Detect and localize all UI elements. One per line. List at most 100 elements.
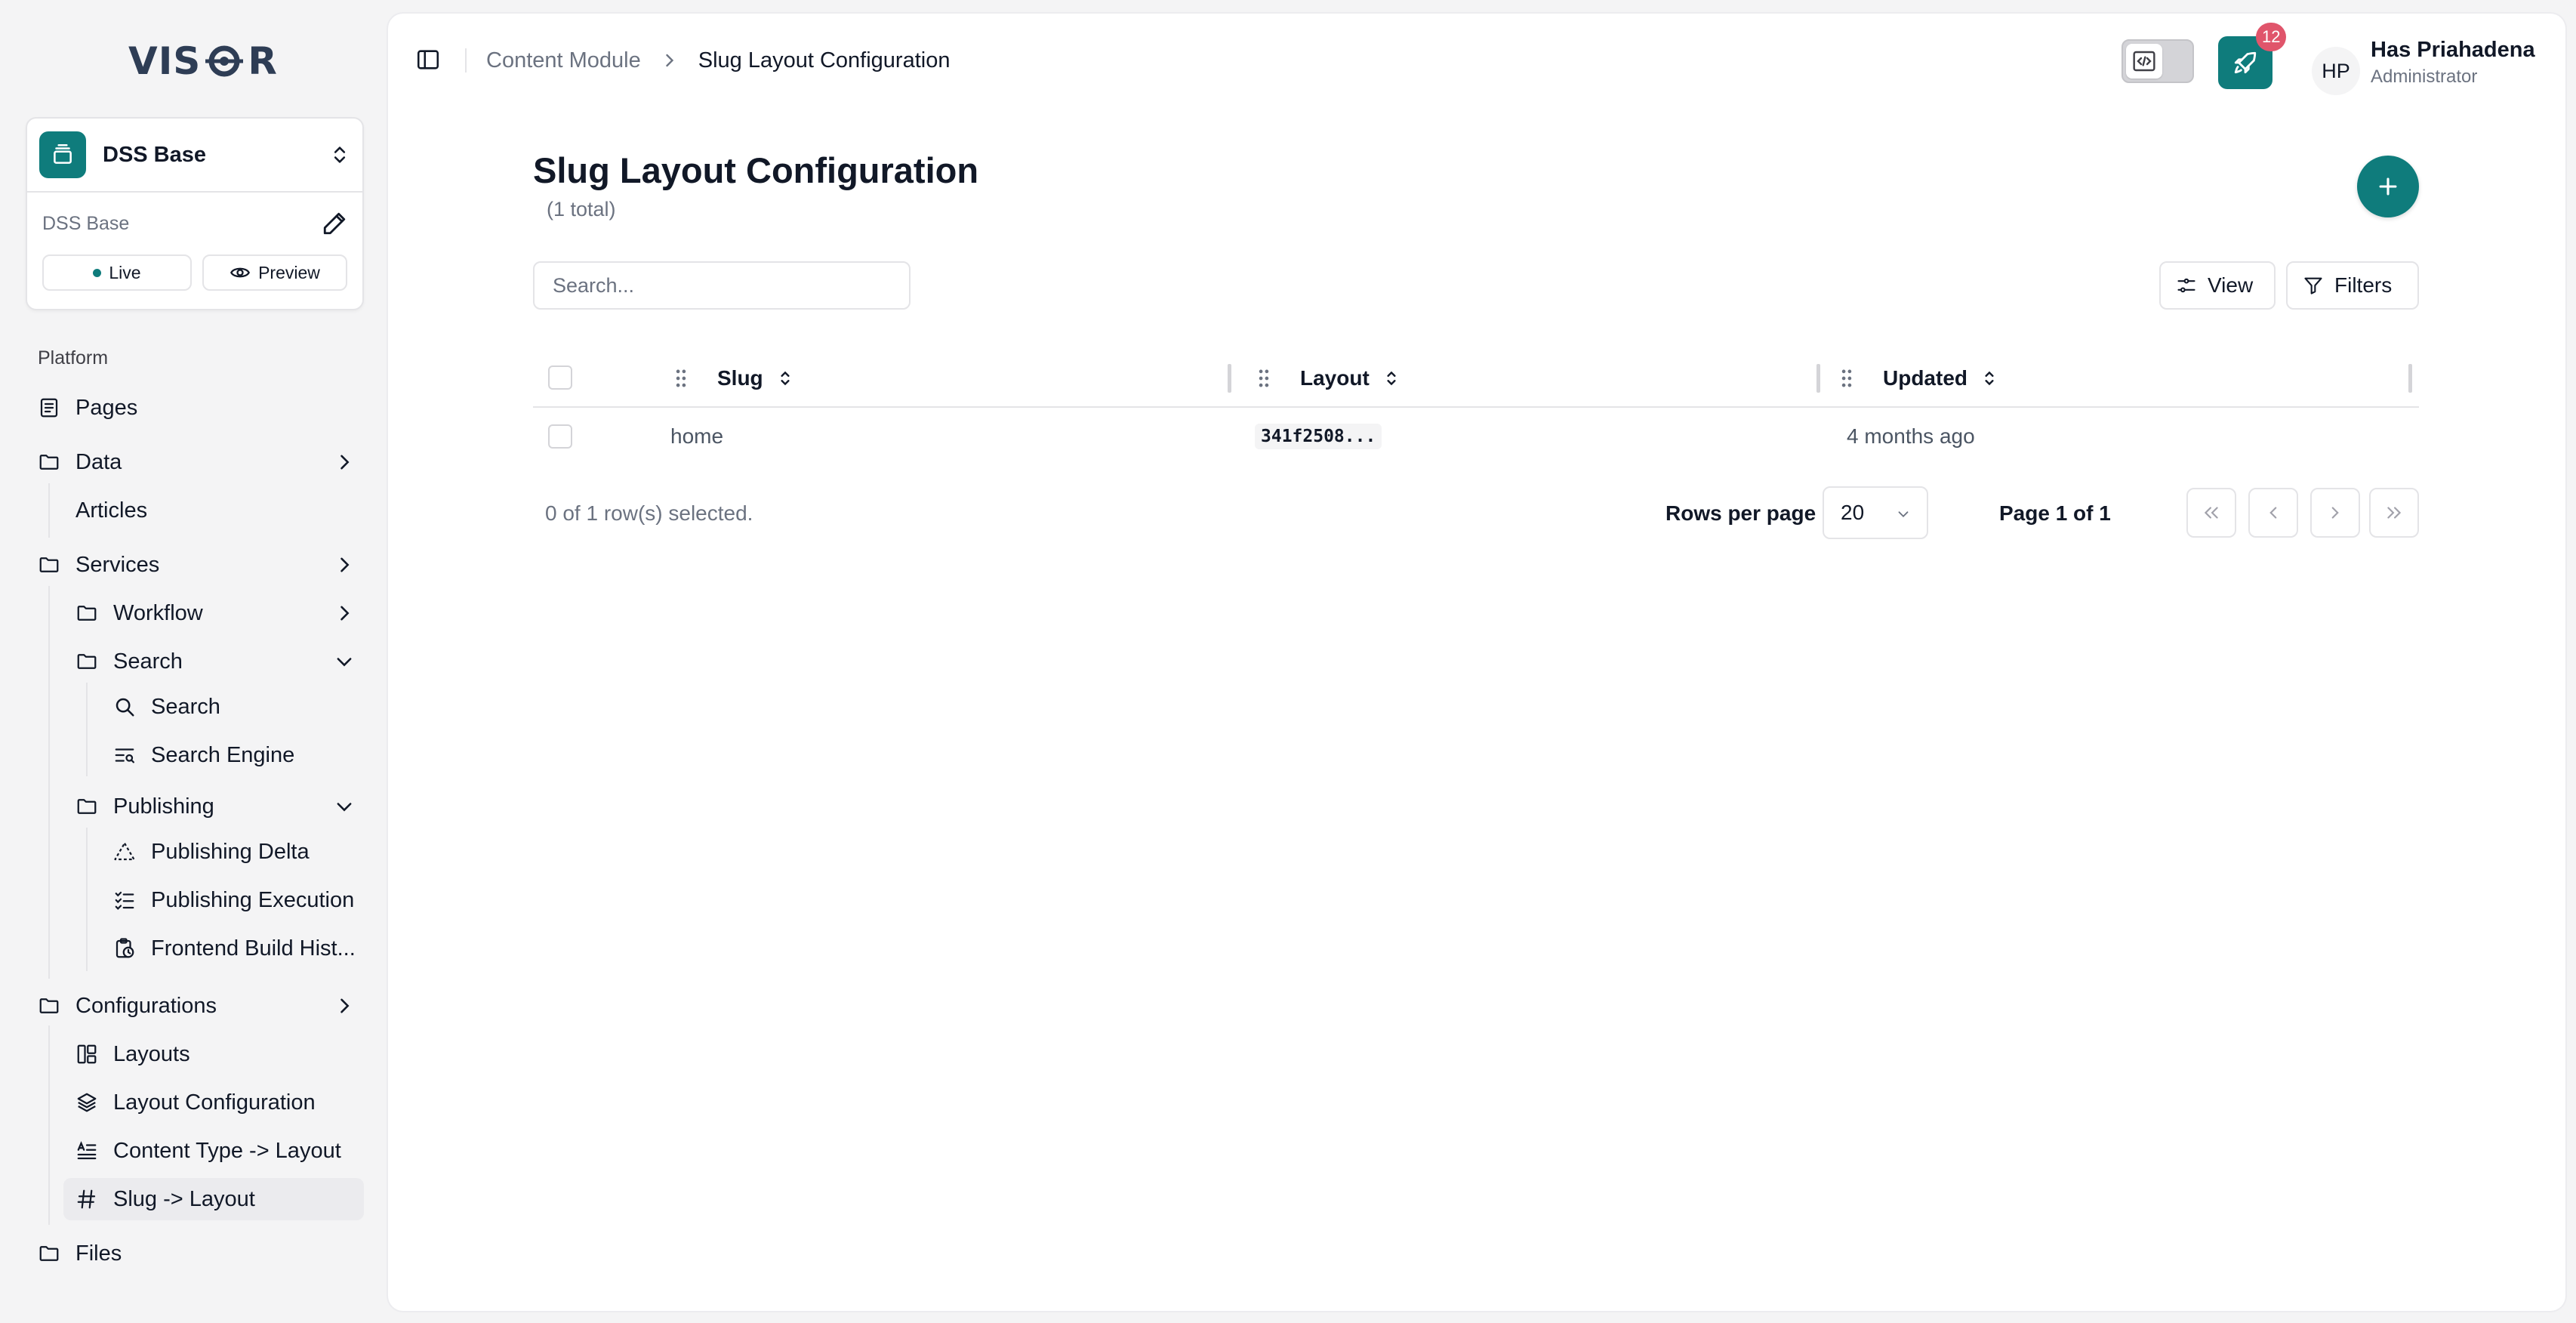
code-view-toggle[interactable] — [2122, 39, 2194, 83]
table-header: Slug Layout Updated — [533, 349, 2419, 408]
sort-icon — [1985, 371, 1994, 386]
delta-triangle-icon — [114, 842, 135, 861]
sidebar-item-slug-layout[interactable]: Slug -> Layout — [63, 1178, 364, 1220]
top-bar: Content Module Slug Layout Configuration… — [388, 14, 2565, 110]
visor-logo[interactable]: VIS R — [128, 38, 278, 85]
filters-label: Filters — [2334, 273, 2393, 297]
sidebar-item-data[interactable]: Data — [38, 441, 364, 483]
chevron-right-icon — [340, 557, 350, 572]
list-checks-icon — [115, 891, 134, 910]
chevron-down-icon — [337, 803, 352, 812]
row-checkbox[interactable] — [548, 424, 572, 449]
sidebar-item-search[interactable]: Search — [113, 686, 364, 728]
code-icon — [2126, 44, 2162, 79]
sidebar-item-content-type-layout[interactable]: Content Type -> Layout — [75, 1130, 364, 1172]
avatar[interactable]: HP — [2312, 47, 2360, 95]
table-footer: 0 of 1 row(s) selected. Rows per page 20… — [533, 486, 2419, 544]
user-role: Administrator — [2371, 66, 2478, 87]
sidebar-item-layouts[interactable]: Layouts — [75, 1033, 364, 1075]
sidebar-toggle-icon[interactable] — [415, 47, 441, 72]
sliders-icon — [2177, 278, 2195, 293]
sort-icon — [1387, 371, 1396, 386]
column-resize-handle[interactable] — [1228, 364, 1231, 393]
column-label: Slug — [717, 366, 763, 390]
sidebar-item-frontend-build[interactable]: Frontend Build Hist... — [113, 927, 364, 970]
sidebar-item-search-engine[interactable]: Search Engine — [113, 734, 364, 776]
topbar-divider — [465, 48, 467, 72]
select-all-checkbox[interactable] — [548, 365, 572, 390]
sidebar-item-label: Search — [113, 649, 183, 674]
previous-page-button[interactable] — [2248, 488, 2298, 538]
chevron-right-icon — [340, 455, 350, 470]
chevron-right-icon — [666, 54, 673, 67]
column-resize-handle[interactable] — [2408, 364, 2412, 393]
sidebar-item-publishing-delta[interactable]: Publishing Delta — [113, 831, 364, 873]
sidebar-item-label: Layout Configuration — [113, 1090, 316, 1115]
chevron-left-icon — [2269, 507, 2277, 519]
tree-guide — [48, 1025, 50, 1225]
sidebar-item-label: Articles — [75, 498, 148, 523]
sidebar-item-label: Workflow — [113, 600, 203, 625]
rocket-icon — [2234, 51, 2257, 74]
rows-per-page-label: Rows per page — [1665, 501, 1816, 525]
hash-icon — [77, 1189, 96, 1209]
breadcrumb-current: Slug Layout Configuration — [698, 48, 951, 72]
search-input[interactable] — [533, 261, 911, 310]
table-row[interactable]: home 341f2508... 4 months ago — [533, 408, 2419, 465]
project-card: DSS Base DSS Base Live Preview — [26, 117, 364, 310]
preview-button[interactable]: Preview — [202, 254, 347, 291]
sidebar-item-search-folder[interactable]: Search — [75, 640, 364, 683]
sidebar-item-articles[interactable]: Articles — [75, 489, 364, 532]
folder-icon — [39, 455, 59, 470]
folder-icon — [39, 557, 59, 572]
tree-guide — [86, 683, 88, 776]
column-resize-handle[interactable] — [1816, 364, 1820, 393]
search-icon — [116, 698, 134, 717]
rows-per-page-select[interactable]: 20 — [1823, 486, 1928, 539]
filters-button[interactable]: Filters — [2286, 261, 2419, 310]
filter-icon — [2304, 277, 2322, 295]
view-button[interactable]: View — [2159, 261, 2276, 310]
live-button[interactable]: Live — [42, 254, 192, 291]
chevrons-left-icon — [2204, 507, 2218, 519]
column-header-slug[interactable]: Slug — [672, 349, 795, 408]
sidebar-item-workflow[interactable]: Workflow — [75, 592, 364, 634]
sort-icon — [781, 371, 790, 386]
tree-guide — [86, 828, 88, 971]
drag-handle-icon — [1259, 369, 1269, 387]
user-name: Has Priahadena — [2371, 38, 2535, 62]
sidebar-item-services[interactable]: Services — [38, 544, 364, 586]
clipboard-clock-icon — [116, 938, 134, 958]
breadcrumb-parent[interactable]: Content Module — [486, 48, 641, 73]
sidebar-item-label: Slug -> Layout — [113, 1186, 255, 1211]
first-page-button[interactable] — [2186, 488, 2236, 538]
view-label: View — [2208, 273, 2254, 297]
sidebar-item-label: Configurations — [75, 993, 217, 1018]
page-title: Slug Layout Configuration — [533, 150, 979, 190]
sidebar-item-layout-configuration[interactable]: Layout Configuration — [75, 1081, 364, 1124]
tree-guide — [48, 586, 50, 979]
column-header-layout[interactable]: Layout — [1255, 349, 1401, 408]
next-page-button[interactable] — [2310, 488, 2360, 538]
sidebar-item-publishing[interactable]: Publishing — [75, 785, 364, 828]
sidebar-item-pages[interactable]: Pages — [38, 387, 364, 429]
sidebar-item-label: Publishing Delta — [151, 839, 310, 864]
project-name: DSS Base — [103, 142, 207, 167]
column-header-updated[interactable]: Updated — [1838, 349, 1999, 408]
last-page-button[interactable] — [2369, 488, 2419, 538]
folder-icon — [39, 998, 59, 1013]
add-button[interactable] — [2357, 156, 2419, 217]
sidebar-item-label: Data — [75, 449, 122, 474]
sidebar-item-publishing-execution[interactable]: Publishing Execution — [113, 879, 364, 921]
chevron-right-icon — [340, 606, 350, 621]
selected-row-count: 0 of 1 row(s) selected. — [545, 501, 753, 525]
logo-eye-icon — [202, 44, 246, 79]
breadcrumb: Content Module Slug Layout Configuration — [486, 47, 950, 74]
live-label: Live — [109, 262, 141, 282]
file-list-icon — [40, 398, 58, 418]
sidebar-item-configurations[interactable]: Configurations — [38, 985, 364, 1027]
sidebar-item-files[interactable]: Files — [38, 1232, 364, 1275]
eye-icon — [230, 262, 251, 283]
edit-pencil-icon[interactable] — [322, 211, 347, 236]
project-switcher[interactable]: DSS Base — [27, 119, 362, 193]
